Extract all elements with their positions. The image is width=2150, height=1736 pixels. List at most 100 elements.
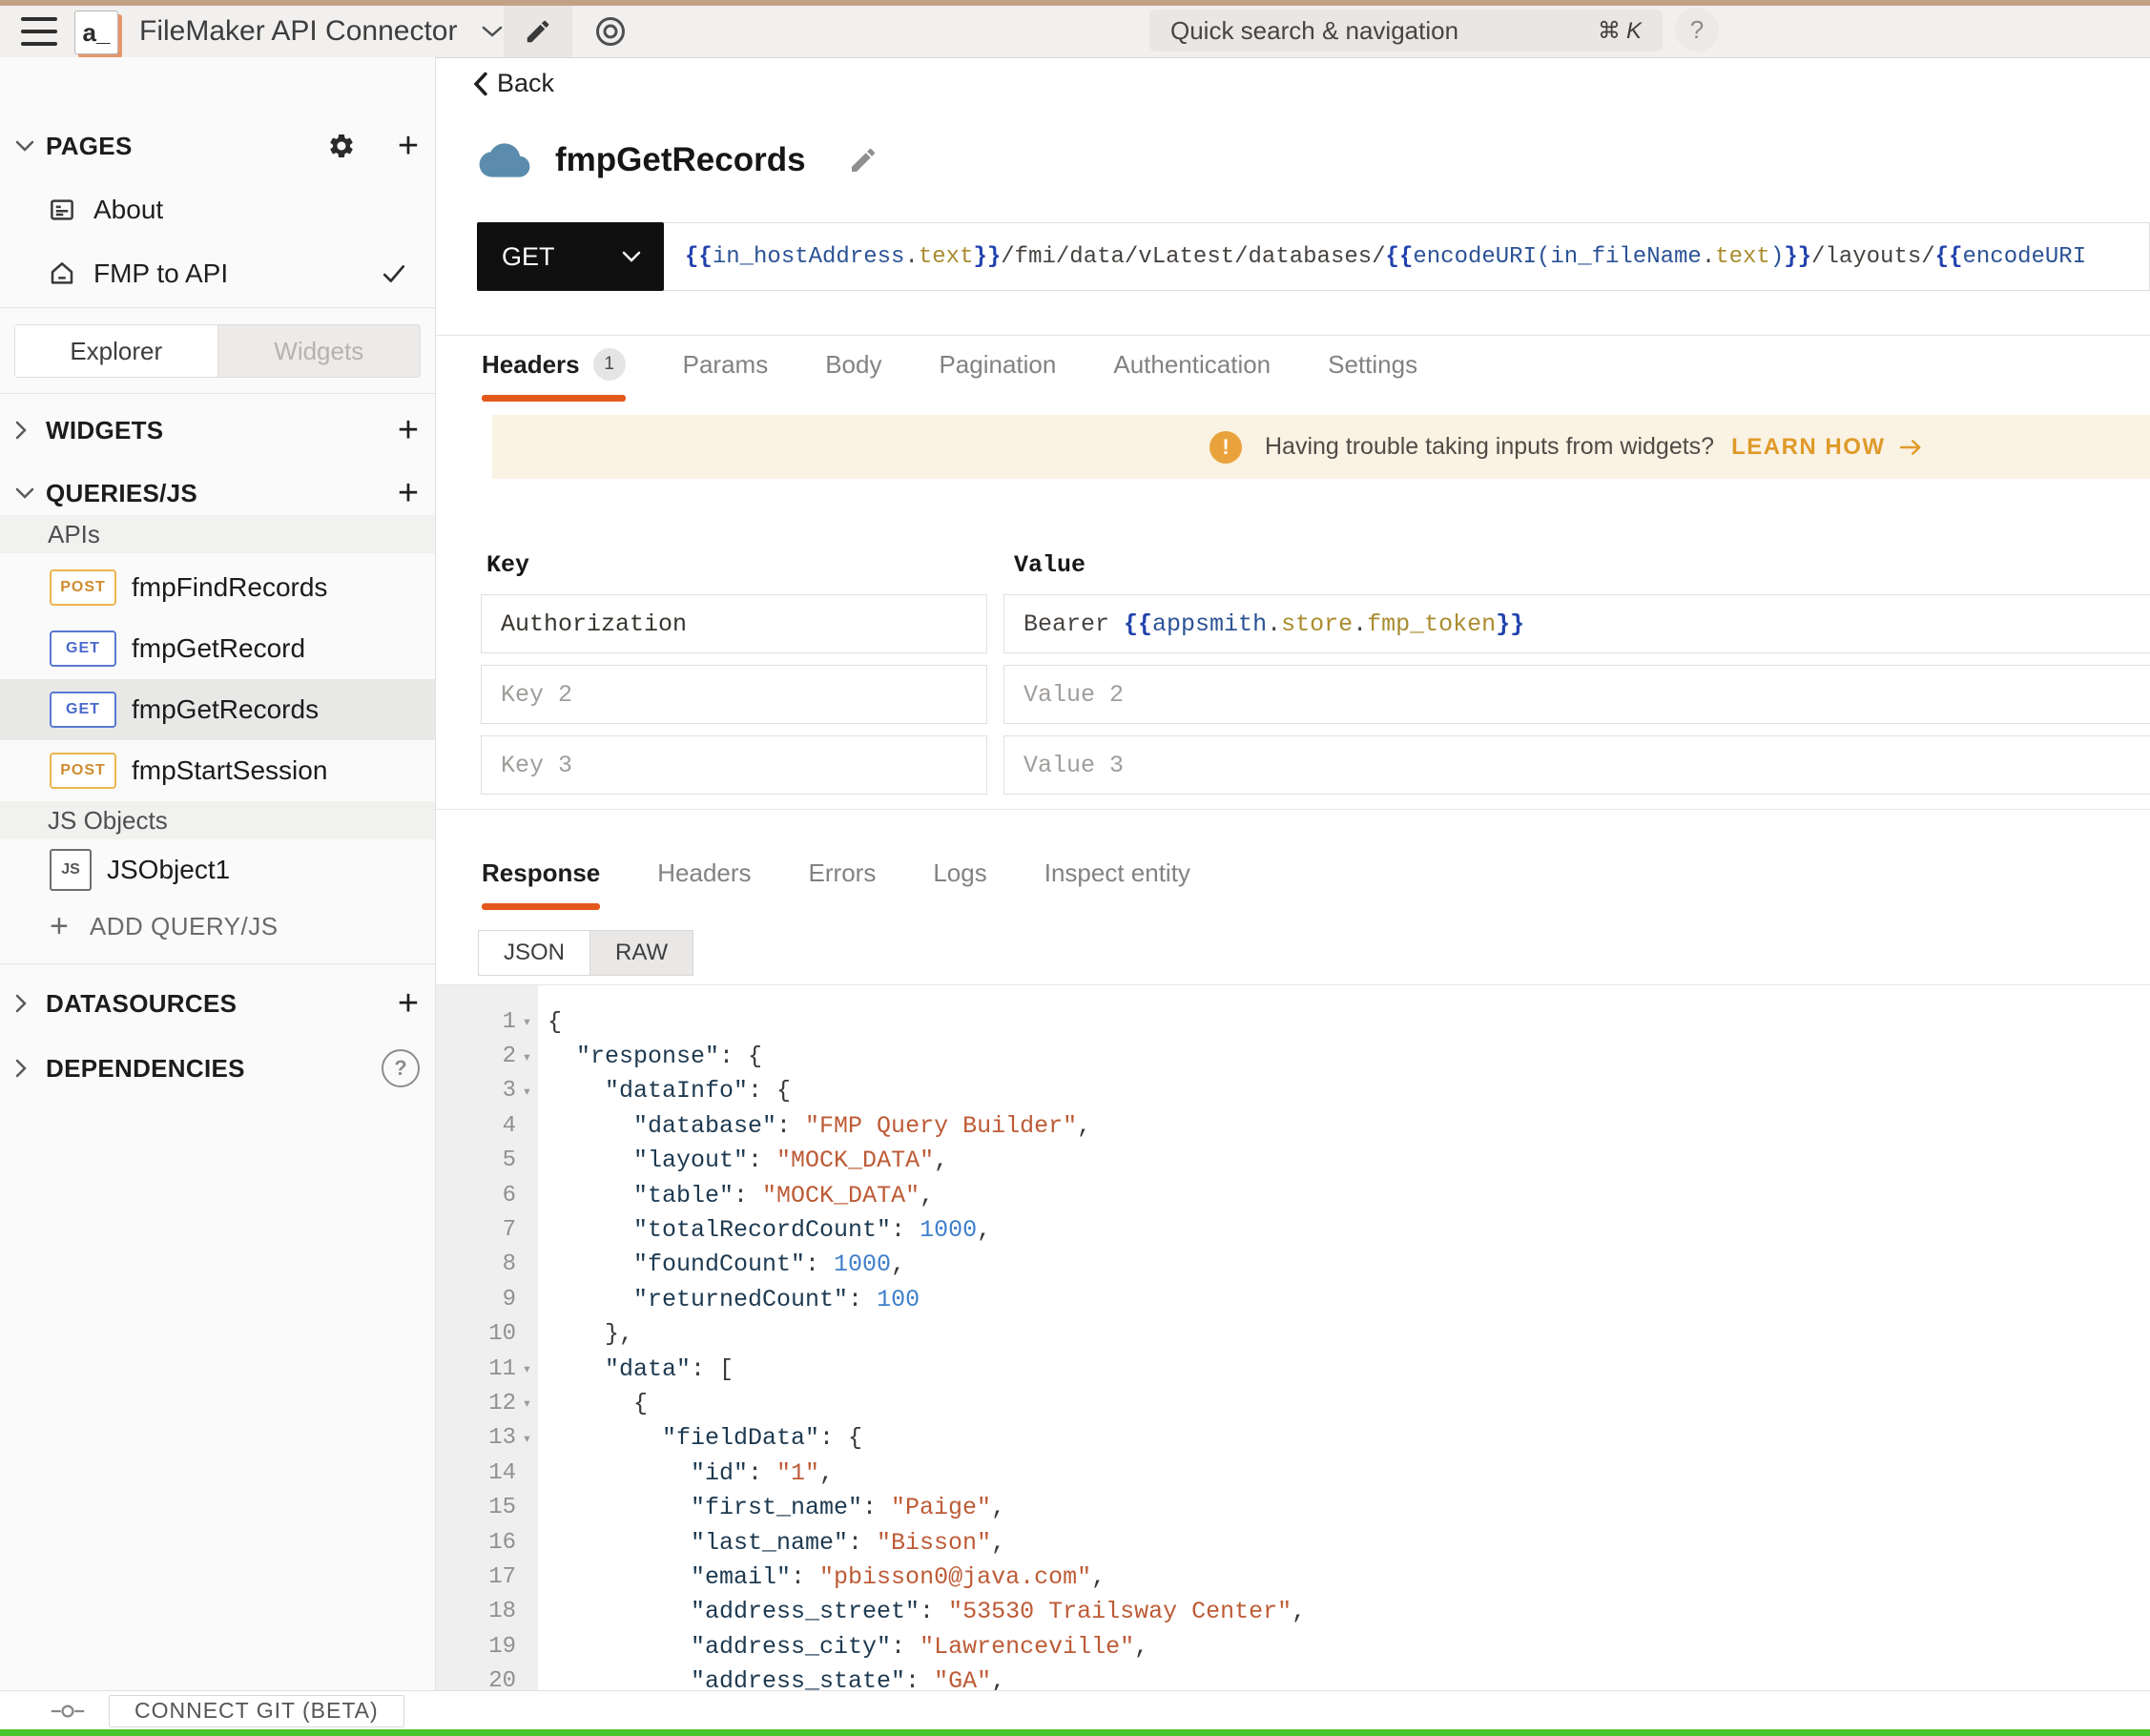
code-token: "1" [776, 1459, 819, 1487]
code-text: "foundCount": 1000, [538, 1250, 905, 1278]
header-value-input-1[interactable]: Bearer {{appsmith.store.fmp_token}} [1003, 594, 2150, 653]
header-key-input-1[interactable]: Authorization [481, 594, 987, 653]
query-item-fmpGetRecord[interactable]: GETfmpGetRecord [0, 618, 435, 679]
tab-headers[interactable]: Headers1 [482, 345, 626, 402]
code-line-4: 4"database": "FMP Query Builder", [436, 1108, 2150, 1143]
fold-arrow-icon[interactable]: ▾ [516, 1359, 538, 1378]
js-badge: JS [50, 849, 92, 891]
add-query-js-button[interactable]: + ADD QUERY/JS [0, 904, 435, 948]
code-token: "database" [633, 1112, 776, 1140]
code-token: "last_name" [691, 1529, 848, 1557]
divider [436, 335, 2150, 336]
tab-headers[interactable]: Headers [657, 854, 751, 910]
add-query-plus-button[interactable]: + [391, 471, 425, 515]
rename-query-button[interactable] [848, 145, 879, 176]
fold-arrow-icon[interactable]: ▾ [516, 1394, 538, 1413]
queries-section-header[interactable]: QUERIES/JS + [0, 471, 435, 515]
add-query-js-label: ADD QUERY/JS [90, 912, 279, 941]
value-token: store [1281, 610, 1353, 638]
code-token: { [548, 1008, 562, 1036]
query-item-fmpGetRecords[interactable]: GETfmpGetRecords [0, 679, 435, 740]
pages-section-header[interactable]: PAGES + [0, 124, 435, 168]
dependencies-section-header[interactable]: DEPENDENCIES ? [0, 1045, 435, 1091]
url-token: {{ [685, 244, 713, 270]
tab-logs[interactable]: Logs [933, 854, 986, 910]
connect-git-button[interactable]: CONNECT GIT (BETA) [109, 1695, 404, 1727]
tab-errors[interactable]: Errors [809, 854, 877, 910]
code-token: "response" [576, 1043, 719, 1070]
app-title-menu[interactable]: FileMaker API Connector [139, 6, 503, 57]
dependencies-help-button[interactable]: ? [380, 1045, 422, 1091]
js-object-item-jsobject1[interactable]: JSJSObject1 [0, 839, 435, 900]
format-json[interactable]: JSON [478, 930, 589, 976]
header-key-input-2[interactable]: Key 2 [481, 665, 987, 724]
value-column-label: Value [1014, 551, 1085, 579]
fold-arrow-icon[interactable]: ▾ [516, 1429, 538, 1448]
tab-widgets[interactable]: Widgets [218, 325, 421, 377]
hamburger-menu-button[interactable] [21, 17, 57, 46]
code-token: , [1077, 1112, 1091, 1140]
help-button[interactable]: ? [1675, 8, 1719, 52]
cloud-icon [477, 139, 532, 181]
active-tab-underline [1113, 395, 1271, 402]
add-datasource-button[interactable]: + [391, 981, 425, 1026]
active-tab-underline [683, 395, 769, 402]
pages-settings-button[interactable] [324, 124, 359, 168]
tab-inspect-entity[interactable]: Inspect entity [1044, 854, 1190, 910]
learn-how-link[interactable]: LEARN HOW [1731, 434, 1885, 461]
code-token: "GA" [934, 1667, 991, 1690]
header-value-input-2[interactable]: Value 2 [1003, 665, 2150, 724]
tab-settings[interactable]: Settings [1328, 345, 1417, 402]
fold-arrow-icon[interactable]: ▾ [516, 1012, 538, 1031]
widgets-section-header[interactable]: WIDGETS + [0, 408, 435, 452]
code-line-9: 9"returnedCount": 100 [436, 1282, 2150, 1316]
line-number: 13 [436, 1425, 516, 1451]
sidebar: PAGES + AboutFMP to API Explorer Widgets… [0, 57, 436, 1690]
code-token: "returnedCount" [633, 1286, 848, 1313]
format-raw[interactable]: RAW [589, 930, 693, 976]
tab-label: Headers [482, 350, 580, 380]
code-token: , [891, 1250, 905, 1278]
sidebar-page-fmp-to-api[interactable]: FMP to API [0, 241, 435, 305]
sidebar-page-about[interactable]: About [0, 177, 435, 241]
query-name: fmpStartSession [132, 755, 327, 786]
query-item-fmpFindRecords[interactable]: POSTfmpFindRecords [0, 557, 435, 618]
url-token: in_hostAddress [713, 244, 905, 270]
edit-mode-button[interactable] [504, 6, 572, 57]
tab-response[interactable]: Response [482, 854, 600, 910]
search-shortcut: ⌘K [1598, 17, 1642, 45]
method-badge: GET [50, 692, 116, 728]
tab-params[interactable]: Params [683, 345, 769, 402]
header-value-input-3[interactable]: Value 3 [1003, 735, 2150, 795]
add-page-button[interactable]: + [391, 124, 425, 168]
method-dropdown[interactable]: GET [477, 222, 664, 291]
fold-arrow-icon[interactable]: ▾ [516, 1047, 538, 1066]
fold-arrow-icon[interactable]: ▾ [516, 1082, 538, 1101]
tab-explorer[interactable]: Explorer [15, 325, 218, 377]
code-line-20: 20"address_state": "GA", [436, 1664, 2150, 1690]
code-text: "address_state": "GA", [538, 1667, 1005, 1690]
header-key-input-3[interactable]: Key 3 [481, 735, 987, 795]
tab-pagination[interactable]: Pagination [939, 345, 1056, 402]
query-item-fmpStartSession[interactable]: POSTfmpStartSession [0, 740, 435, 801]
tab-label: Inspect entity [1044, 858, 1190, 888]
url-input[interactable]: {{in_hostAddress.text}}/fmi/data/vLatest… [664, 222, 2150, 291]
quick-search-input[interactable]: Quick search & navigation ⌘K [1149, 10, 1663, 52]
back-button[interactable]: Back [474, 69, 554, 98]
add-widget-button[interactable]: + [391, 408, 425, 452]
code-token: : [ [691, 1355, 734, 1383]
tab-body[interactable]: Body [825, 345, 881, 402]
topbar: a_ FileMaker API Connector Quick search … [0, 6, 2150, 58]
code-token: , [819, 1459, 834, 1487]
datasources-section-header[interactable]: DATASOURCES + [0, 981, 435, 1026]
chevron-right-icon [15, 421, 36, 440]
response-json-viewer[interactable]: 1▾{2▾"response": {3▾"dataInfo": {4"datab… [436, 985, 2150, 1690]
key-column-label: Key [486, 551, 529, 579]
view-mode-button[interactable] [580, 6, 641, 57]
gear-icon [327, 132, 356, 160]
app-logo[interactable]: a_ [74, 10, 118, 54]
tab-label: Errors [809, 858, 877, 888]
code-token: : { [819, 1424, 862, 1452]
apis-group-row: APIs [0, 515, 435, 553]
tab-authentication[interactable]: Authentication [1113, 345, 1271, 402]
